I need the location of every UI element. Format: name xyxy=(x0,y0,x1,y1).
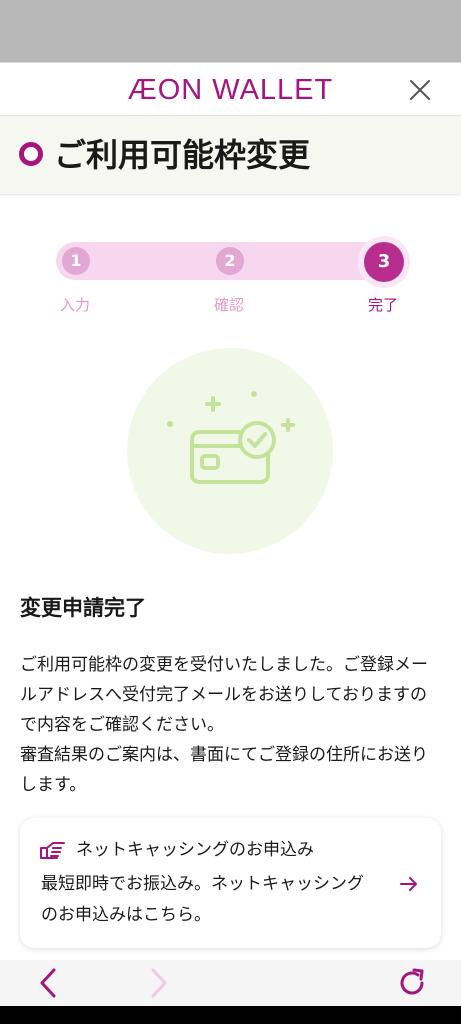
step-2-dot: 2 xyxy=(216,247,244,275)
step-1-dot: 1 xyxy=(62,247,90,275)
arrow-right-icon[interactable] xyxy=(399,874,419,894)
cta-title: ネットキャッシングのお申込み xyxy=(76,840,314,860)
completion-message: ご利用可能枠の変更を受付いたしました。ご登録メールアドレスへ受付完了メールをお送… xyxy=(20,650,440,800)
step-3-dot: 3 xyxy=(364,242,404,282)
cta-body: 最短即時でお振込み。ネットキャッシングのお申込みはこちら。 xyxy=(41,874,364,925)
forward-icon[interactable] xyxy=(145,966,171,1000)
page-title-bar: ご利用可能枠変更 xyxy=(0,117,461,195)
page-title: ご利用可能枠変更 xyxy=(54,136,311,174)
system-nav-strip xyxy=(0,1006,461,1024)
app-header: ÆON WALLET xyxy=(0,62,461,116)
message-line-1: ご利用可能枠の変更を受付いたしました。ご登録メールアドレスへ受付完了メールをお送… xyxy=(20,655,428,735)
pointing-hand-icon xyxy=(40,842,65,859)
browser-nav-bar xyxy=(0,960,461,1006)
step-3-label: 完了 xyxy=(368,296,399,314)
ring-icon xyxy=(19,142,43,166)
brand-logo: ÆON WALLET xyxy=(127,74,334,106)
close-icon[interactable] xyxy=(407,77,433,103)
reload-icon[interactable] xyxy=(395,966,429,1000)
back-icon[interactable] xyxy=(36,966,62,1000)
message-line-2: 審査結果のご案内は、書面にてご登録の住所にお送りします。 xyxy=(20,745,428,795)
credit-card-check-icon xyxy=(167,391,295,484)
main-content: 1 2 3 入力 確認 完了 変更申請完了 ご利用可能枠の変更を受付いたしました… xyxy=(0,196,461,960)
net-cashing-card[interactable]: ネットキャッシングのお申込み 最短即時でお振込み。ネットキャッシングのお申込みは… xyxy=(20,818,441,948)
step-1-label: 入力 xyxy=(60,296,91,314)
complete-heading: 変更申請完了 xyxy=(20,596,146,620)
status-bar xyxy=(0,0,461,62)
step-2-label: 確認 xyxy=(214,296,245,314)
